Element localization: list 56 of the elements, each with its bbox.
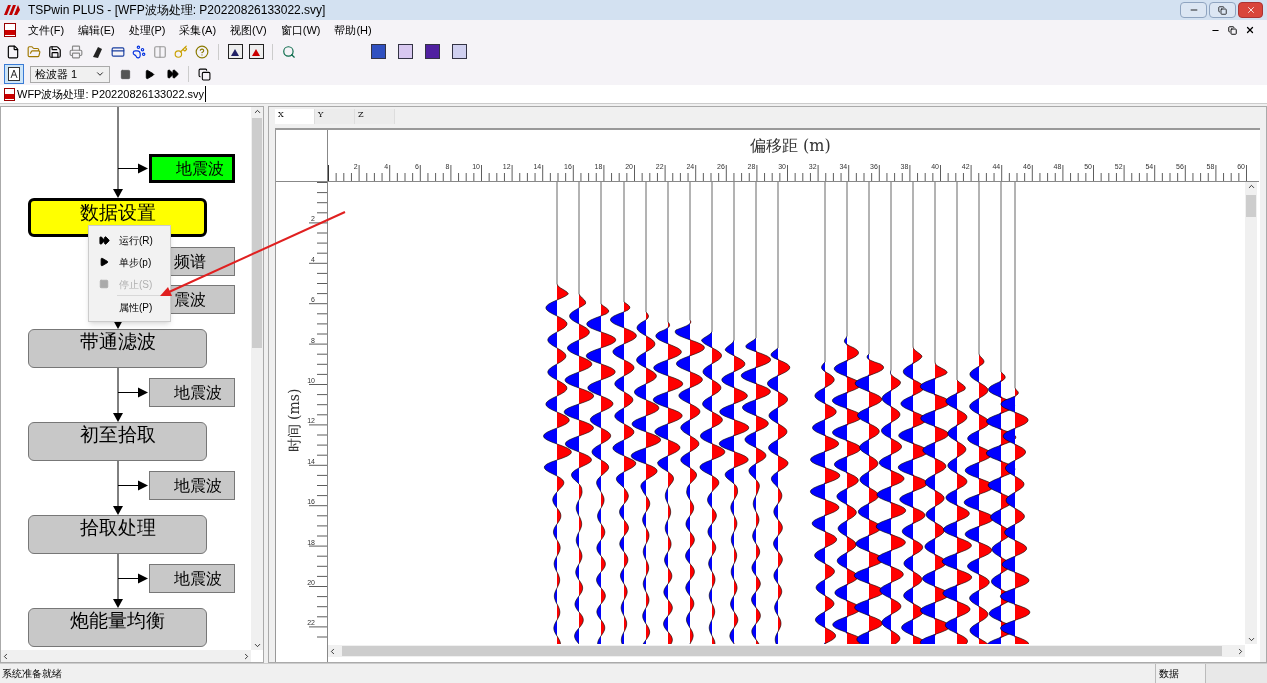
plot-tab[interactable]: X (275, 109, 315, 124)
scroll-left-icon[interactable] (1, 651, 10, 661)
axis-title: 偏移距 (m) (750, 135, 831, 157)
window-icon[interactable] (195, 65, 213, 83)
scroll-down-icon[interactable] (252, 641, 262, 650)
output-node[interactable]: 地震波 (149, 471, 235, 500)
axis-title: 时间 (ms) (284, 388, 303, 453)
scroll-right-icon[interactable] (1236, 646, 1245, 656)
document-tab[interactable]: WFP波场处理: P20220826133022.svy (4, 85, 207, 103)
play-icon (99, 257, 109, 267)
menu-item[interactable]: 采集(A) (179, 21, 217, 39)
menu-item[interactable]: 视图(V) (230, 21, 267, 39)
image-icon[interactable] (226, 42, 244, 61)
window-title: TSPwin PLUS - [WFP波场处理: P20220826133022.svy] (28, 2, 326, 19)
horizontal-scrollbar[interactable] (328, 645, 1245, 657)
fast-forward-icon (98, 234, 110, 246)
menu-item[interactable]: 编辑(E) (78, 21, 115, 39)
minimize-button[interactable] (1180, 2, 1207, 18)
scroll-up-icon[interactable] (1246, 182, 1256, 191)
output-node[interactable]: 地震波 (149, 564, 235, 593)
process-node[interactable]: 初至拾取 (28, 422, 207, 461)
scroll-down-icon[interactable] (1246, 635, 1256, 644)
mode-button[interactable] (4, 64, 24, 84)
process-node[interactable]: 拾取处理 (28, 515, 207, 554)
image-icon[interactable] (247, 42, 265, 61)
dropdown-caret-icon (95, 69, 105, 79)
detector-select[interactable]: 检波器 1 (30, 65, 110, 83)
process-node[interactable]: 炮能量均衡 (28, 608, 207, 647)
close-button[interactable] (1238, 2, 1263, 18)
close-icon[interactable] (1245, 25, 1255, 35)
restore-icon[interactable] (1228, 25, 1237, 35)
scroll-thumb[interactable] (252, 118, 262, 348)
menu-item[interactable]: 窗口(W) (280, 21, 321, 39)
menu-item[interactable]: 处理(P) (128, 21, 166, 39)
output-node[interactable]: 地震波 (149, 378, 235, 407)
restore-button[interactable] (1209, 2, 1236, 18)
scroll-thumb[interactable] (342, 646, 1222, 656)
app-logo-icon (4, 5, 20, 15)
scroll-left-icon[interactable] (328, 646, 337, 656)
stop-icon (99, 279, 109, 289)
plot-tab[interactable]: Y (315, 109, 355, 124)
status-message: 系统准备就绪 (1, 667, 62, 681)
menu-item[interactable]: 帮助(H) (334, 21, 372, 39)
output-node[interactable]: 地震波 (149, 154, 235, 183)
plot-tab[interactable]: Z (355, 109, 395, 124)
scroll-right-icon[interactable] (242, 651, 251, 661)
scroll-thumb[interactable] (1246, 195, 1256, 217)
restore-icon (1218, 5, 1227, 15)
horizontal-scrollbar[interactable] (1, 650, 251, 662)
scroll-up-icon[interactable] (252, 107, 262, 116)
vertical-scrollbar[interactable] (251, 107, 263, 650)
document-icon (4, 23, 16, 37)
process-node[interactable]: 带通滤波 (28, 329, 207, 368)
vertical-scrollbar[interactable] (1245, 182, 1257, 644)
menu-item[interactable]: 文件(F) (28, 21, 65, 39)
close-icon (1245, 5, 1256, 15)
